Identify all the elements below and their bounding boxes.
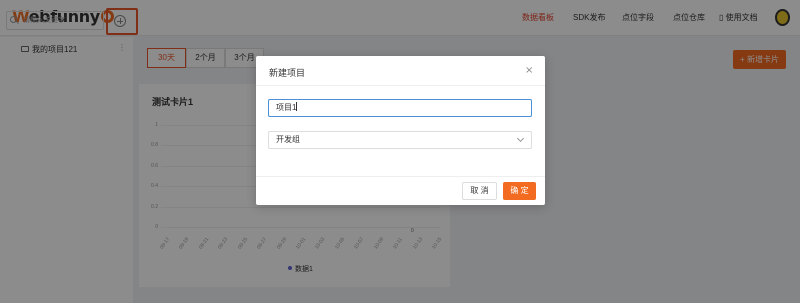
project-name-input[interactable]: 项目1: [268, 99, 532, 117]
cancel-button[interactable]: 取 消: [462, 182, 497, 200]
close-icon[interactable]: ×: [525, 66, 533, 76]
chevron-down-icon: [516, 134, 525, 143]
new-project-dialog: 新建项目 × 项目1 开发组 取 消 确 定: [256, 56, 545, 205]
dialog-header: 新建项目 ×: [256, 56, 545, 86]
text-caret: [296, 102, 298, 111]
dialog-title: 新建项目: [269, 68, 306, 78]
confirm-button[interactable]: 确 定: [503, 182, 536, 200]
divider: [256, 176, 545, 177]
group-select[interactable]: 开发组: [268, 131, 532, 149]
